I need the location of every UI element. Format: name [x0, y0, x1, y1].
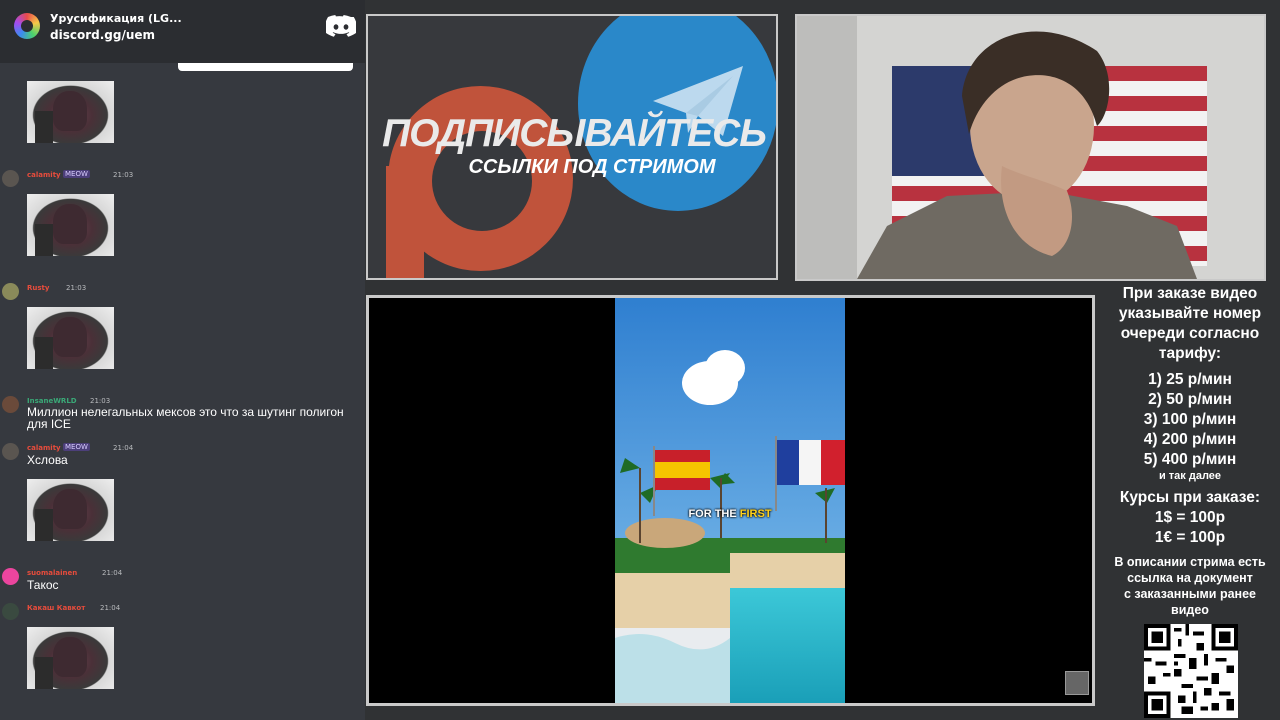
timestamp: 21:04 — [102, 569, 123, 577]
desc-line-3: с заказанными ранее — [1123, 587, 1256, 601]
avatar — [2, 603, 19, 620]
desc-line-4: видео — [1171, 603, 1209, 617]
video-caption: FOR THE FIRST — [688, 508, 772, 520]
order-info-panel: При заказе видео указывайте номер очеред… — [1100, 284, 1280, 618]
timestamp: 21:04 — [100, 604, 121, 612]
desc-line-2: ссылка на документ — [1127, 571, 1253, 585]
chat-image[interactable] — [27, 194, 114, 256]
input-bar — [178, 62, 353, 71]
patreon-logo-bar — [386, 166, 424, 278]
username: suomalainen — [27, 569, 78, 577]
timestamp: 21:04 — [113, 444, 134, 452]
promo-subtitle: ССЫЛКИ ПОД СТРИМОМ — [468, 156, 716, 178]
spain-flag-icon — [655, 450, 710, 490]
discord-banner[interactable]: Урусификация (LG... discord.gg/uem — [0, 0, 365, 63]
discord-avatar-icon — [2, 568, 19, 585]
tariff-4: 4) 200 р/мин — [1143, 431, 1237, 448]
chat-overlay: Урусификация (LG... discord.gg/uem calam… — [0, 0, 365, 720]
tariff-5: 5) 400 р/мин — [1143, 451, 1237, 468]
user-badge: MEOW — [63, 170, 90, 178]
webcam-feed — [795, 14, 1266, 281]
timestamp: 21:03 — [66, 284, 87, 292]
tariff-2: 2) 50 р/мин — [1148, 391, 1232, 408]
timestamp: 21:03 — [113, 171, 134, 179]
promo-title: ПОДПИСЫВАЙТЕСЬ — [382, 112, 767, 155]
server-name: Урусификация (LG... — [50, 12, 182, 25]
user-badge: MEOW — [63, 443, 90, 451]
qr-code-icon[interactable] — [1144, 624, 1238, 718]
chat-image[interactable] — [27, 479, 114, 541]
chat-image[interactable] — [27, 627, 114, 689]
avatar — [2, 443, 19, 460]
username: calamity — [27, 171, 61, 179]
tariff-3: 3) 100 р/мин — [1143, 411, 1237, 428]
tariff-1: 1) 25 р/мин — [1148, 371, 1232, 388]
video-frame: FOR THE FIRST — [615, 298, 845, 703]
rates-heading: Курсы при заказе: — [1119, 489, 1261, 506]
chat-image[interactable] — [27, 81, 114, 143]
promo-banner: ПОДПИСЫВАЙТЕСЬ ССЫЛКИ ПОД СТРИМОМ — [366, 14, 778, 280]
discord-icon — [326, 15, 356, 37]
desc-line-1: В описании стрима есть — [1114, 555, 1266, 569]
webcam-image — [797, 16, 1264, 279]
info-heading-2: указывайте номер — [1118, 305, 1262, 322]
message-text: Миллион нелегальных мексов это что за шу… — [27, 405, 344, 431]
server-logo-icon — [14, 13, 40, 39]
username: Какаш Кавкот — [27, 604, 86, 612]
message-text: Хслова — [27, 453, 68, 467]
info-heading-3: очереди согласно — [1120, 325, 1260, 342]
beach-scene-image — [615, 298, 845, 703]
invite-link[interactable]: discord.gg/uem — [50, 28, 155, 42]
avatar — [2, 396, 19, 413]
tariffs-more: и так далее — [1158, 470, 1222, 482]
avatar — [2, 283, 19, 300]
avatar — [2, 170, 19, 187]
video-player[interactable]: FOR THE FIRST — [366, 295, 1095, 706]
info-heading-4: тарифу: — [1158, 345, 1222, 362]
info-heading-1: При заказе видео — [1122, 285, 1258, 302]
message-text: Такос — [27, 578, 59, 592]
username: calamity — [27, 444, 61, 452]
channel-watermark-icon — [1065, 671, 1089, 695]
france-flag-icon — [777, 440, 845, 485]
username: Rusty — [27, 284, 50, 292]
chat-image[interactable] — [27, 307, 114, 369]
timestamp: 21:03 — [90, 397, 111, 405]
rate-usd: 1$ = 100р — [1154, 509, 1226, 526]
username: InsaneWRLD — [27, 397, 77, 405]
rate-eur: 1€ = 100р — [1154, 529, 1226, 546]
